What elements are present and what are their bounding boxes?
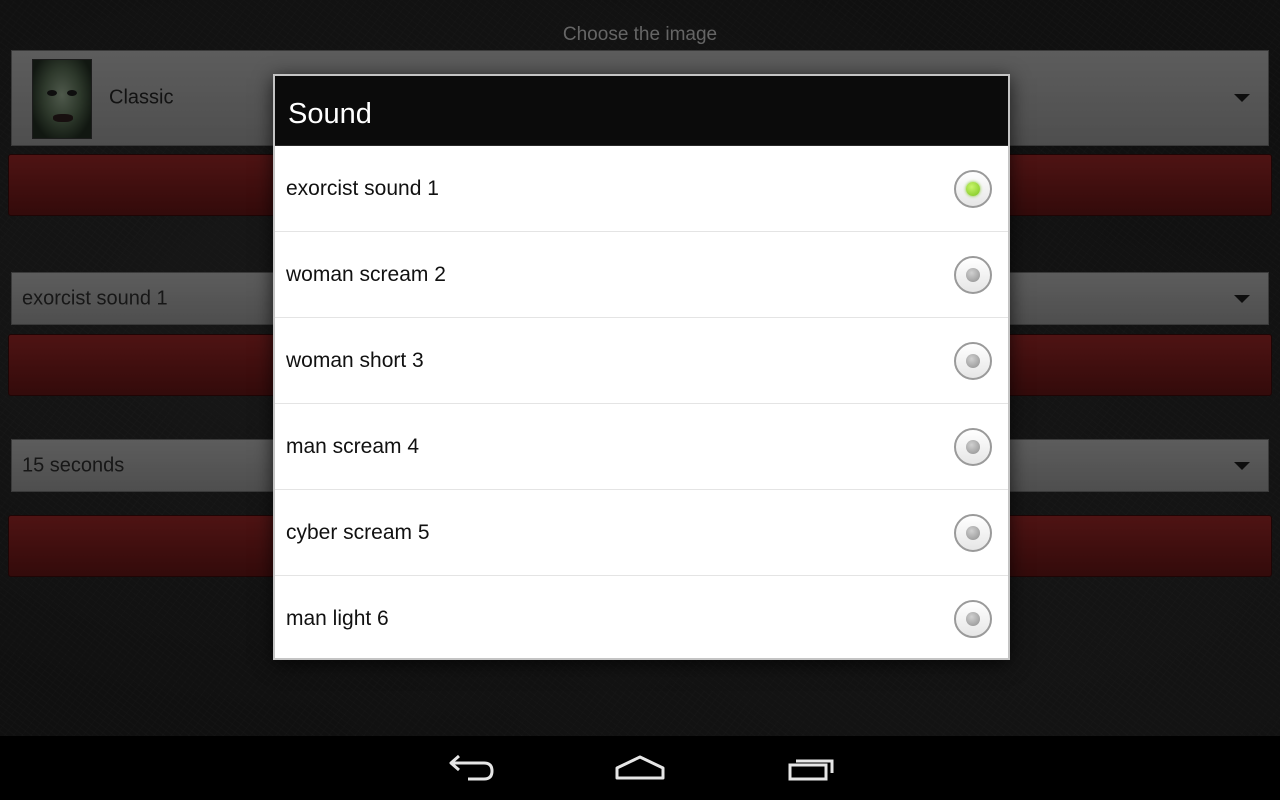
sound-option-label: cyber scream 5 [286,520,430,544]
system-navigation-bar [0,736,1280,800]
radio-dot-icon [966,439,980,454]
dialog-title: Sound [275,76,1008,146]
radio-dot-icon [966,267,980,282]
home-icon[interactable] [610,750,670,786]
sound-option-label: woman short 3 [286,348,424,372]
radio-button[interactable] [954,255,992,294]
sound-option[interactable]: exorcist sound 1 [275,146,1008,232]
sound-option[interactable]: woman scream 2 [275,232,1008,318]
radio-button[interactable] [954,169,992,208]
radio-button[interactable] [954,600,992,638]
radio-button[interactable] [954,513,992,552]
radio-dot-icon [966,353,980,368]
sound-option-label: man light 6 [286,607,389,630]
radio-dot-icon [966,181,980,196]
radio-dot-icon [966,525,980,540]
sound-option[interactable]: man scream 4 [275,404,1008,490]
sound-option[interactable]: cyber scream 5 [275,490,1008,576]
radio-button[interactable] [954,341,992,380]
sound-option[interactable]: woman short 3 [275,318,1008,404]
sound-option-label: man scream 4 [286,434,420,458]
radio-button[interactable] [954,427,992,466]
recent-apps-icon[interactable] [782,750,842,786]
sound-option-label: woman scream 2 [286,262,446,286]
sound-option[interactable]: man light 6 [275,576,1008,658]
sound-dialog: Sound exorcist sound 1 woman scream 2 wo… [273,74,1010,660]
back-icon[interactable] [440,750,500,786]
sound-option-label: exorcist sound 1 [286,176,439,200]
radio-dot-icon [966,612,980,626]
